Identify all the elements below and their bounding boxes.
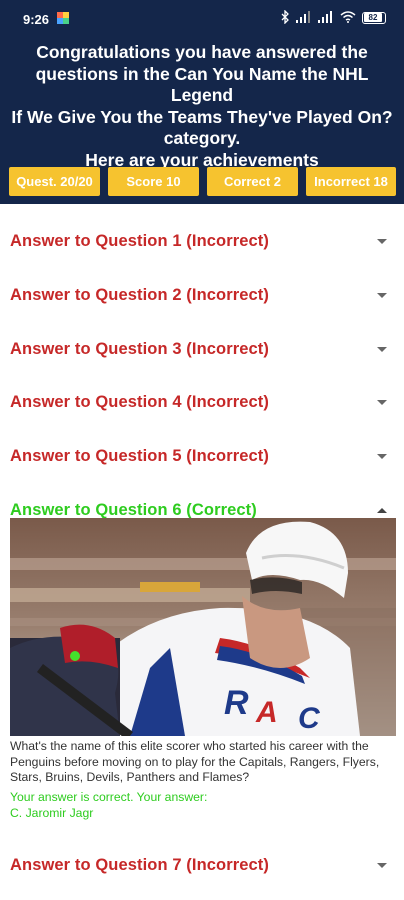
answer-item-label: Answer to Question 5 (Incorrect) — [10, 447, 269, 465]
congratulations-message: Congratulations you have answered the qu… — [8, 42, 396, 171]
svg-text:A: A — [255, 696, 278, 729]
question-text: What's the name of this elite scorer who… — [10, 739, 380, 785]
answer-item-label: Answer to Question 2 (Incorrect) — [10, 286, 269, 304]
question-photo: R A C — [10, 518, 396, 736]
headline-line-3: If We Give You the Teams They've Played … — [11, 106, 393, 127]
battery-icon: 82 — [362, 12, 386, 24]
answer-item-4[interactable]: Answer to Question 4 (Incorrect) — [0, 373, 404, 427]
headline-line-4: category. — [163, 128, 241, 148]
bluetooth-icon — [281, 8, 290, 27]
signal-icon-1 — [296, 10, 312, 26]
achievement-stats: Quest. 20/20 Score 10 Correct 2 Incorrec… — [0, 167, 404, 196]
answer-item-label: Answer to Question 1 (Incorrect) — [10, 232, 269, 250]
wifi-icon — [340, 10, 356, 26]
answer-result-line-1: Your answer is correct. Your answer: — [10, 790, 208, 804]
answer-item-7[interactable]: Answer to Question 7 (Incorrect) — [0, 836, 404, 890]
svg-text:C: C — [298, 702, 321, 735]
svg-text:R: R — [224, 684, 249, 722]
chevron-down-icon — [377, 863, 387, 868]
headline-line-2: questions in the Can You Name the NHL Le… — [35, 63, 369, 106]
chevron-down-icon — [377, 454, 387, 459]
answer-item-label: Answer to Question 3 (Incorrect) — [10, 340, 269, 358]
chevron-down-icon — [377, 347, 387, 352]
chevron-up-icon — [377, 508, 387, 513]
answer-item-label: Answer to Question 7 (Incorrect) — [10, 856, 269, 874]
incorrect-stat: Incorrect 18 — [306, 167, 396, 196]
status-time: 9:26 — [23, 12, 50, 27]
app-notification-icon — [57, 12, 69, 24]
answer-item-5[interactable]: Answer to Question 5 (Incorrect) — [0, 427, 404, 481]
correct-stat: Correct 2 — [207, 167, 298, 196]
answer-item-label: Answer to Question 4 (Incorrect) — [10, 393, 269, 411]
chevron-down-icon — [377, 293, 387, 298]
status-bar: 9:26 82 — [0, 0, 404, 38]
answer-item-1[interactable]: Answer to Question 1 (Incorrect) — [0, 212, 404, 266]
score-stat: Score 10 — [108, 167, 199, 196]
answer-item-2[interactable]: Answer to Question 2 (Incorrect) — [0, 266, 404, 320]
answer-result-line-2: C. Jaromir Jagr — [10, 806, 94, 820]
signal-icon-2 — [318, 10, 334, 26]
chevron-down-icon — [377, 400, 387, 405]
answer-item-3[interactable]: Answer to Question 3 (Incorrect) — [0, 320, 404, 374]
answer-result: Your answer is correct. Your answer: C. … — [10, 789, 390, 821]
battery-level: 82 — [364, 13, 382, 22]
chevron-down-icon — [377, 239, 387, 244]
results-header: 9:26 82 Congratulations you have answere… — [0, 0, 404, 204]
headline-line-1: Congratulations you have answered the — [36, 42, 368, 62]
questions-stat: Quest. 20/20 — [9, 167, 100, 196]
